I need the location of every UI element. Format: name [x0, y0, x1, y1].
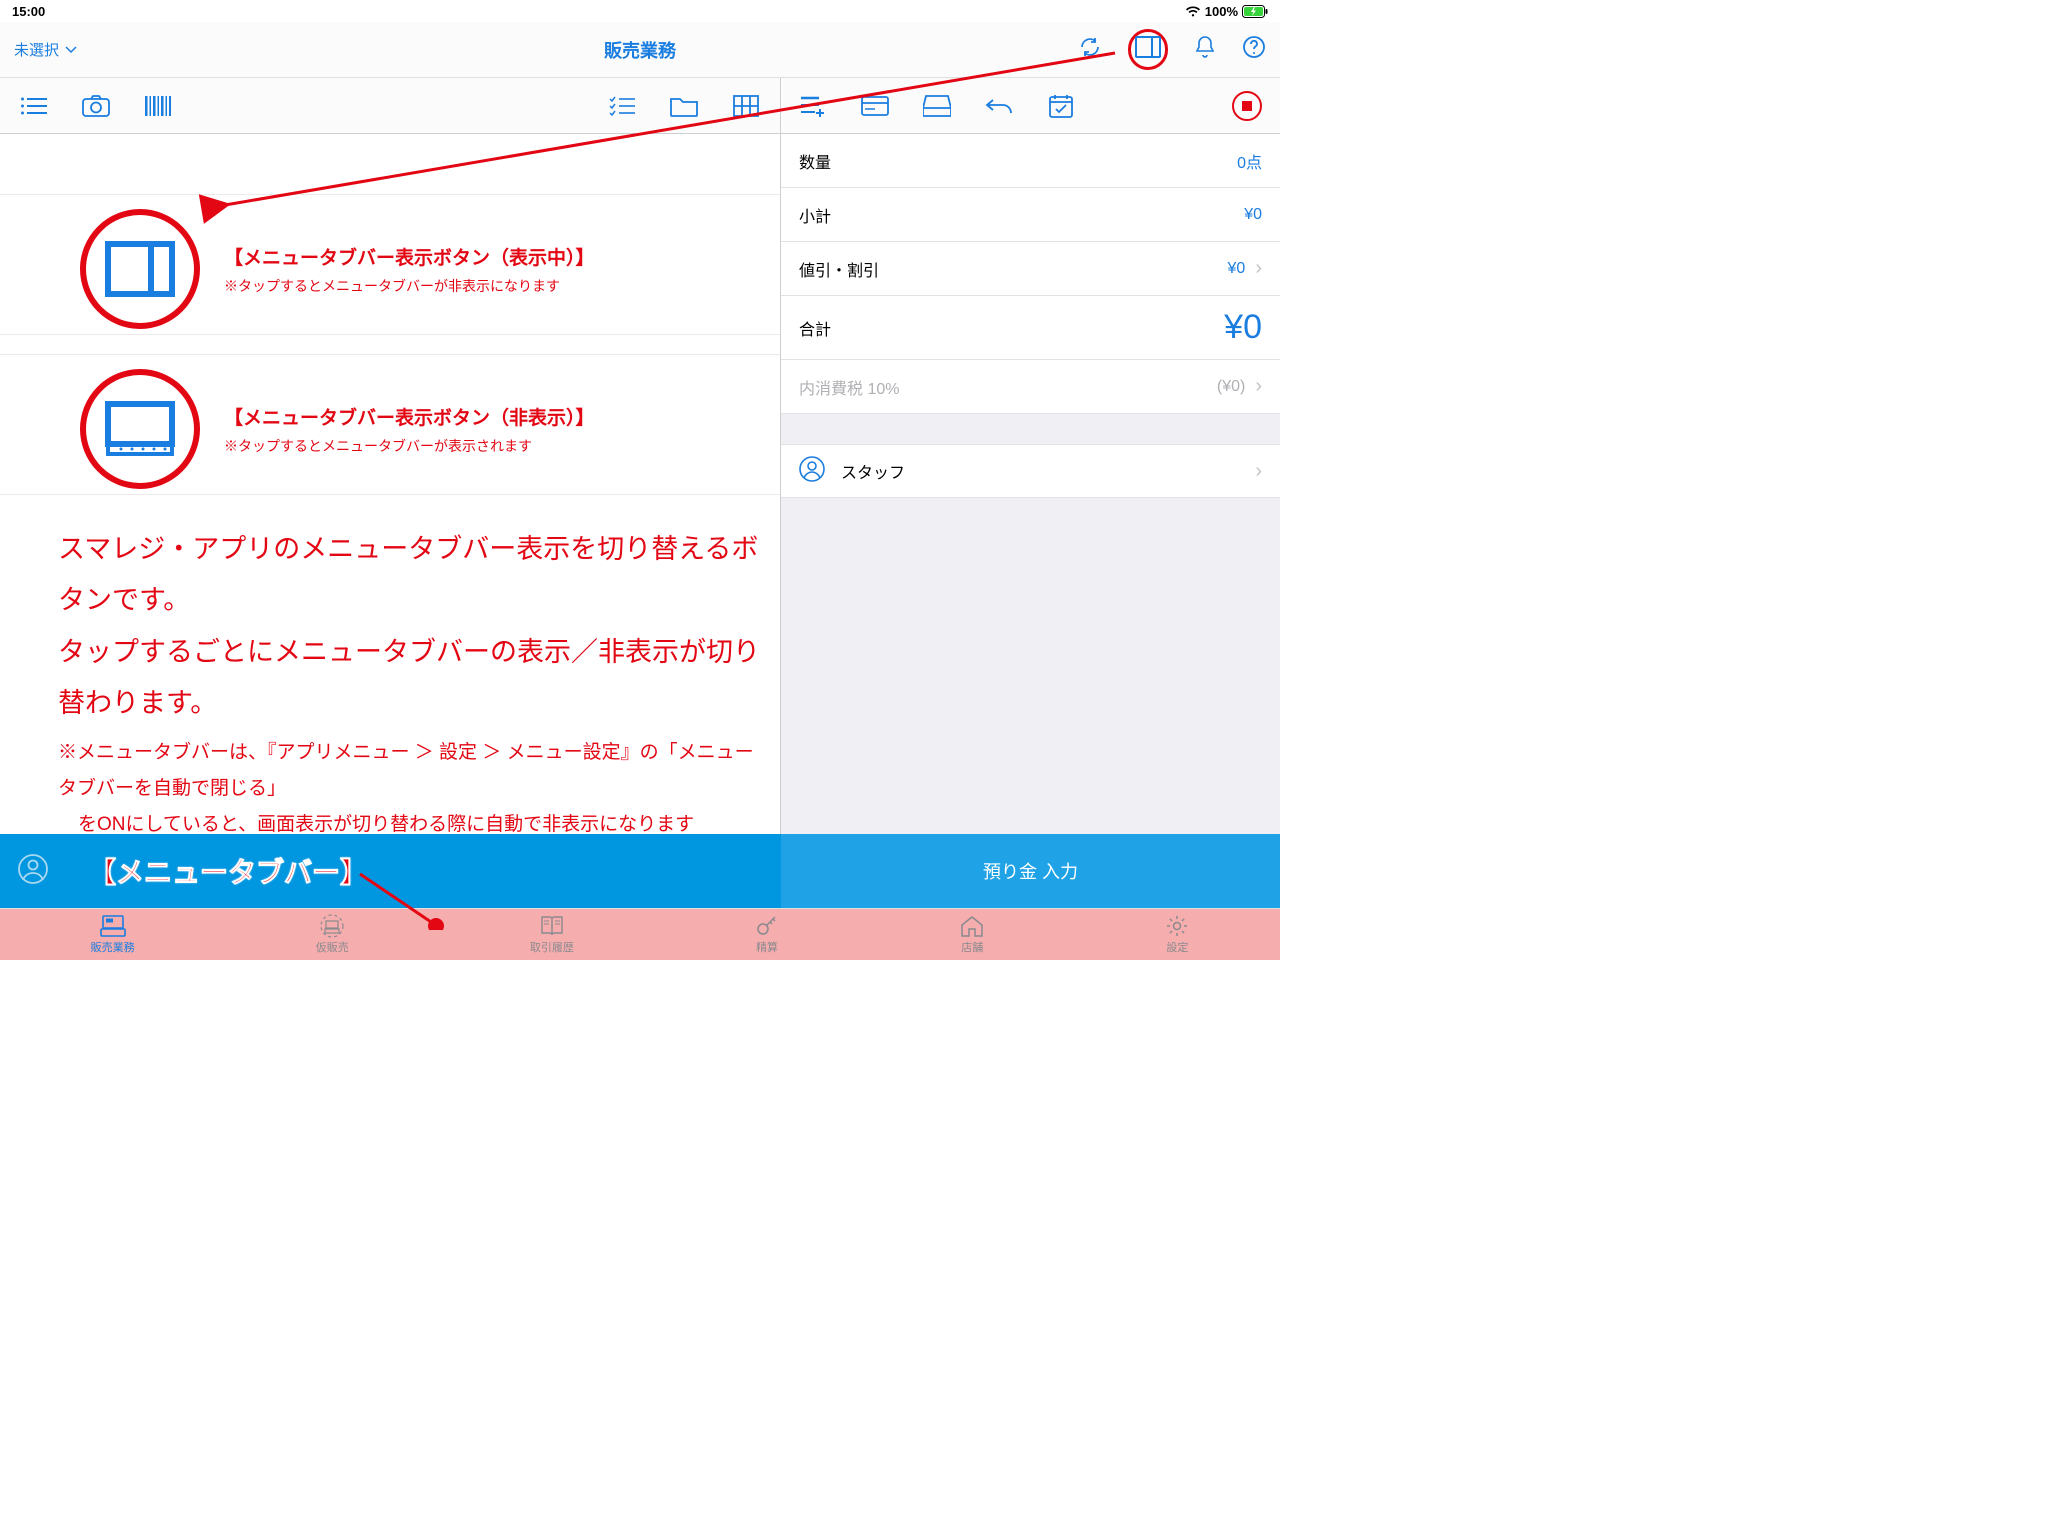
list-icon[interactable]	[20, 92, 48, 120]
chevron-right-icon: ›	[1255, 460, 1262, 483]
annotation-note: ※タップするとメニュータブバーが表示されます	[224, 436, 595, 456]
folder-icon[interactable]	[670, 92, 698, 120]
register-dashed-icon	[319, 914, 345, 938]
store-icon	[960, 914, 984, 938]
tab-store[interactable]: 店舗	[960, 914, 984, 955]
gear-icon	[1165, 914, 1189, 938]
calendar-check-icon[interactable]	[1047, 92, 1075, 120]
add-line-icon[interactable]	[799, 92, 827, 120]
annotation-callout-hidden: 【メニュータブバー表示ボタン（非表示）】 ※タップするとメニュータブバーが表示さ…	[80, 369, 595, 489]
stop-icon	[1242, 101, 1252, 111]
book-icon	[540, 914, 564, 938]
undo-icon[interactable]	[985, 92, 1013, 120]
camera-icon[interactable]	[82, 92, 110, 120]
total-value: ¥0	[1224, 308, 1262, 347]
toolbar	[0, 78, 1280, 134]
tab-label: 店舗	[961, 939, 983, 955]
summary-tax-row[interactable]: 内消費税 10% (¥0) ›	[781, 360, 1280, 414]
annotation-ring-shown	[80, 209, 200, 329]
annotation-title: 【メニュータブバー表示ボタン（表示中）】	[224, 243, 595, 270]
tax-value: (¥0)	[1217, 378, 1245, 396]
nav-category-label: 未選択	[14, 39, 59, 60]
summary-subtotal-row: 小計 ¥0	[781, 188, 1280, 242]
menu-tab-bar: 販売業務 仮販売 取引履歴 精算 店舗 設定	[0, 908, 1280, 960]
status-bar: 15:00 100%	[0, 0, 1280, 22]
chevron-right-icon: ›	[1255, 375, 1262, 398]
discount-value: ¥0	[1228, 260, 1246, 278]
grid-icon[interactable]	[732, 92, 760, 120]
page-title: 販売業務	[604, 37, 676, 63]
checklist-icon[interactable]	[608, 92, 636, 120]
tab-settlement[interactable]: 精算	[755, 914, 779, 955]
subtotal-value: ¥0	[1244, 206, 1262, 224]
discount-label: 値引・割引	[799, 257, 879, 281]
annotation-tabbar-label: 【メニュータブバー】	[88, 851, 368, 891]
battery-icon	[1242, 5, 1268, 18]
action-bar-left[interactable]: 【メニュータブバー】	[0, 834, 781, 908]
qty-value: 0点	[1237, 149, 1262, 173]
record-stop-button[interactable]	[1232, 91, 1262, 121]
battery-percent: 100%	[1205, 4, 1238, 19]
card-icon[interactable]	[861, 92, 889, 120]
deposit-input-label: 預り金 入力	[983, 858, 1078, 884]
nav-category-selector[interactable]: 未選択	[14, 39, 604, 60]
tab-settings[interactable]: 設定	[1165, 914, 1189, 955]
avatar-icon	[18, 854, 48, 889]
summary-discount-row[interactable]: 値引・割引 ¥0 ›	[781, 242, 1280, 296]
tab-history[interactable]: 取引履歴	[530, 914, 574, 955]
status-time: 15:00	[12, 4, 45, 19]
tab-sales[interactable]: 販売業務	[91, 914, 135, 955]
barcode-icon[interactable]	[144, 92, 172, 120]
avatar-icon	[799, 456, 825, 487]
tax-label: 内消費税 10%	[799, 375, 899, 399]
drawer-icon[interactable]	[923, 92, 951, 120]
total-label: 合計	[799, 316, 831, 340]
tab-label: 販売業務	[91, 939, 135, 955]
annotation-title: 【メニュータブバー表示ボタン（非表示）】	[224, 403, 595, 430]
sync-icon[interactable]	[1078, 35, 1102, 64]
nav-bar: 未選択 販売業務	[0, 22, 1280, 78]
summary-total-row: 合計 ¥0	[781, 296, 1280, 360]
staff-label: スタッフ	[841, 459, 905, 483]
qty-label: 数量	[799, 149, 831, 173]
annotation-note: ※タップするとメニュータブバーが非表示になります	[224, 276, 595, 296]
wifi-icon	[1185, 5, 1201, 17]
register-icon	[100, 914, 126, 938]
tab-label: 仮販売	[316, 939, 349, 955]
summary-qty-row: 数量 0点	[781, 134, 1280, 188]
chevron-right-icon: ›	[1255, 257, 1262, 280]
summary-pane: 数量 0点 小計 ¥0 値引・割引 ¥0 › 合計 ¥0 内消費税 10% (¥…	[781, 134, 1280, 834]
annotation-ring-hidden	[80, 369, 200, 489]
key-icon	[755, 914, 779, 938]
tabbar-toggle-button[interactable]	[1128, 29, 1168, 70]
product-list-pane: 【メニュータブバー表示ボタン（表示中）】 ※タップするとメニュータブバーが非表示…	[0, 134, 781, 834]
help-icon[interactable]	[1242, 35, 1266, 64]
tab-draft-sale[interactable]: 仮販売	[316, 914, 349, 955]
bell-icon[interactable]	[1194, 35, 1216, 64]
tab-label: 精算	[756, 939, 778, 955]
tab-label: 設定	[1166, 939, 1188, 955]
tab-label: 取引履歴	[530, 939, 574, 955]
deposit-input-button[interactable]: 預り金 入力	[781, 834, 1280, 908]
annotation-callout-shown: 【メニュータブバー表示ボタン（表示中）】 ※タップするとメニュータブバーが非表示…	[80, 209, 595, 329]
staff-row[interactable]: スタッフ ›	[781, 444, 1280, 498]
action-bar: 【メニュータブバー】 預り金 入力	[0, 834, 1280, 908]
annotation-description: スマレジ・アプリのメニュータブバー表示を切り替えるボタンです。 タップするごとに…	[58, 524, 760, 843]
subtotal-label: 小計	[799, 203, 831, 227]
chevron-down-icon	[65, 41, 77, 58]
